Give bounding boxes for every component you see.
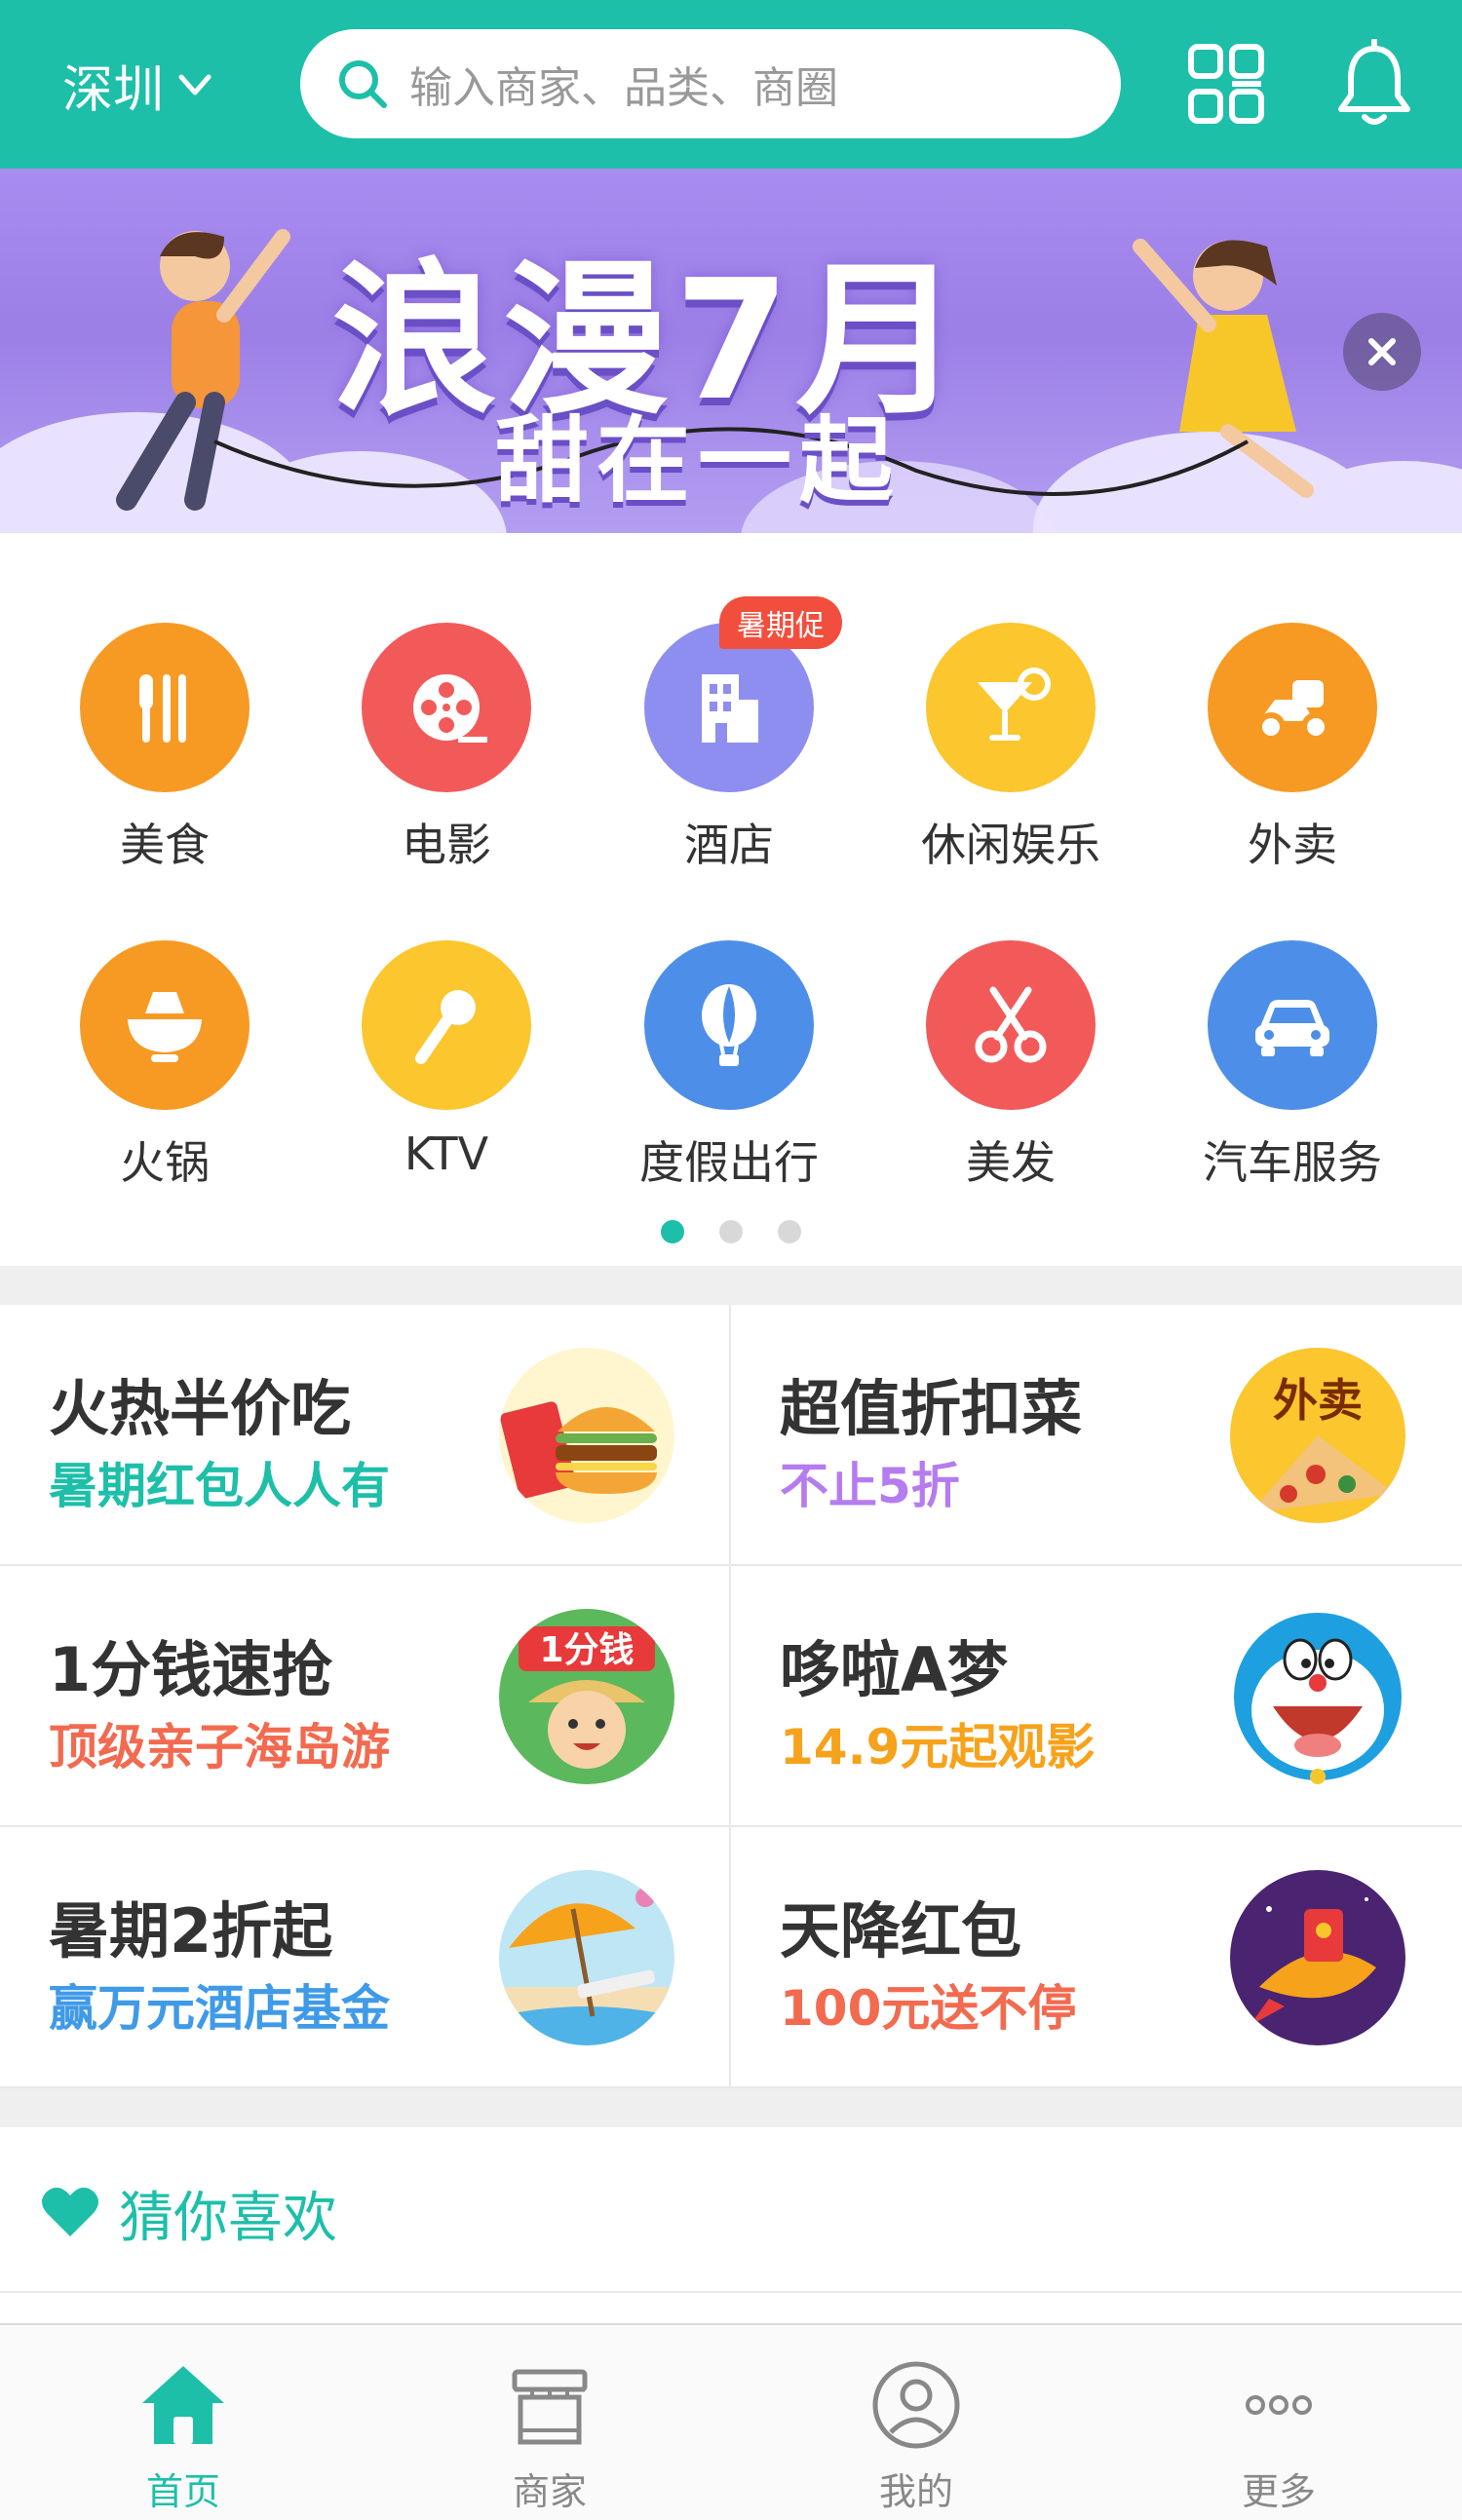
svg-text:外卖: 外卖 (1273, 1374, 1363, 1427)
heart-icon (42, 2187, 98, 2236)
promo-banner[interactable]: 浪漫7月 甜在一起 (0, 169, 1462, 533)
guess-you-like-title: 猜你喜欢 (119, 2187, 337, 2250)
category-label: 美发 (966, 1136, 1056, 1189)
svg-text:1分钱: 1分钱 (539, 1630, 634, 1670)
page-dot[interactable] (719, 1220, 743, 1243)
tab-mine[interactable]: 我的 (733, 2358, 1099, 2515)
promo-red-packet[interactable]: 天降红包 100元送不停 (731, 1827, 1462, 2088)
promo-doraemon[interactable]: 哆啦A梦 14.9元起观影 (731, 1566, 1462, 1827)
hotel-icon (702, 674, 758, 743)
close-icon (1368, 338, 1396, 365)
section-divider (0, 2088, 1462, 2127)
category-label: KTV (404, 1127, 489, 1180)
promo-subtitle: 暑期红包人人有 (49, 1458, 390, 1514)
scissors-icon (975, 986, 1047, 1063)
promo-subtitle: 赢万元酒店基金 (49, 1980, 390, 2037)
page-dot[interactable] (778, 1220, 801, 1243)
category-car-service[interactable]: 汽车服务 (1151, 940, 1434, 1194)
top-header: 深圳 输入商家、品类、商圈 (0, 0, 1462, 169)
promo-title: 1分钱速抢 (49, 1634, 333, 1705)
balloon-icon (702, 984, 756, 1066)
tab-label: 首页 (145, 2470, 220, 2513)
promo-subtitle: 顶级亲子海岛游 (49, 1719, 390, 1775)
category-label: 度假出行 (639, 1136, 819, 1189)
tab-merchants[interactable]: 商家 (366, 2358, 733, 2515)
promo-title: 哆啦A梦 (780, 1634, 1008, 1705)
user-icon (872, 2361, 960, 2449)
category-label: 电影 (402, 819, 491, 871)
category-food[interactable]: 美食 (23, 623, 306, 876)
burger-redpacket-icon (499, 1348, 674, 1523)
home-icon (142, 2366, 224, 2444)
promo-grid: 火热半价吃 暑期红包人人有 超值折扣菜 不止5折 外卖 1分钱速抢 顶级亲子海岛… (0, 1305, 1462, 2088)
rocket-redpacket-icon (1230, 1870, 1405, 2045)
category-label: 外卖 (1248, 819, 1337, 871)
banner-subtitle: 甜在一起 (495, 406, 901, 515)
beach-umbrella-icon (499, 1870, 674, 2045)
category-label: 汽车服务 (1203, 1136, 1382, 1189)
category-label: 休闲娱乐 (921, 819, 1100, 871)
category-label: 酒店 (684, 819, 774, 871)
section-divider (0, 1266, 1462, 1305)
category-hotel[interactable]: 酒店 (588, 623, 870, 876)
bottom-tab-bar: 首页 商家 我的 更多 (0, 2323, 1462, 2520)
promo-one-cent[interactable]: 1分钱速抢 顶级亲子海岛游 1分钱 (0, 1566, 731, 1827)
category-takeout[interactable]: 外卖 (1151, 623, 1434, 876)
category-hotpot[interactable]: 火锅 (23, 940, 306, 1194)
microphone-icon (415, 990, 476, 1064)
bell-icon[interactable] (1335, 39, 1413, 129)
qr-scan-icon[interactable] (1187, 43, 1265, 125)
tab-more[interactable]: 更多 (1096, 2358, 1462, 2515)
category-grid: 美食 电影 酒店 休闲娱乐 外卖 暑期促 火锅 KTV 度假出行 美发 汽车服务 (0, 533, 1462, 1266)
search-placeholder: 输入商家、品类、商圈 (409, 63, 838, 113)
category-ktv[interactable]: KTV (305, 940, 588, 1194)
tab-home[interactable]: 首页 (0, 2358, 366, 2515)
promo-title: 超值折扣菜 (780, 1373, 1083, 1444)
category-label: 火锅 (120, 1136, 210, 1189)
category-leisure[interactable]: 休闲娱乐 (869, 623, 1152, 876)
city-name: 深圳 (62, 60, 165, 120)
promo-summer-hotel[interactable]: 暑期2折起 赢万元酒店基金 (0, 1827, 731, 2088)
category-travel[interactable]: 度假出行 (588, 940, 870, 1194)
promo-half-price[interactable]: 火热半价吃 暑期红包人人有 (0, 1305, 731, 1566)
category-movie[interactable]: 电影 (305, 623, 588, 876)
guess-you-like-header: 猜你喜欢 (0, 2127, 1462, 2293)
more-icon (1246, 2395, 1312, 2415)
doraemon-icon (1230, 1609, 1405, 1784)
one-cent-kid-icon: 1分钱 (499, 1609, 674, 1784)
takeout-pizza-icon: 外卖 (1230, 1348, 1405, 1523)
chevron-down-icon (178, 74, 212, 95)
page-dot-active[interactable] (661, 1220, 684, 1243)
film-reel-icon (413, 674, 487, 743)
tab-label: 商家 (512, 2470, 587, 2513)
store-icon (512, 2369, 588, 2445)
car-icon (1255, 1000, 1329, 1056)
banner-close-button[interactable] (1343, 313, 1421, 391)
tab-label: 我的 (878, 2470, 953, 2513)
promo-title: 火热半价吃 (49, 1373, 352, 1444)
search-box[interactable]: 输入商家、品类、商圈 (300, 29, 1121, 138)
hotel-promo-badge: 暑期促 (719, 596, 842, 649)
cocktail-icon (978, 668, 1051, 741)
category-label: 美食 (120, 819, 210, 871)
promo-subtitle: 100元送不停 (780, 1980, 1077, 2037)
search-icon (339, 60, 387, 108)
category-hair[interactable]: 美发 (869, 940, 1152, 1194)
promo-title: 暑期2折起 (49, 1895, 333, 1966)
promo-subtitle: 不止5折 (780, 1458, 960, 1514)
hotpot-icon (128, 992, 202, 1062)
cutlery-icon (139, 674, 186, 743)
city-selector[interactable]: 深圳 (62, 49, 212, 121)
promo-title: 天降红包 (780, 1895, 1022, 1966)
tab-label: 更多 (1241, 2470, 1316, 2513)
promo-discount-dish[interactable]: 超值折扣菜 不止5折 外卖 (731, 1305, 1462, 1566)
scooter-icon (1256, 680, 1330, 742)
promo-subtitle: 14.9元起观影 (780, 1719, 1096, 1775)
page-indicator (0, 1220, 1462, 1243)
